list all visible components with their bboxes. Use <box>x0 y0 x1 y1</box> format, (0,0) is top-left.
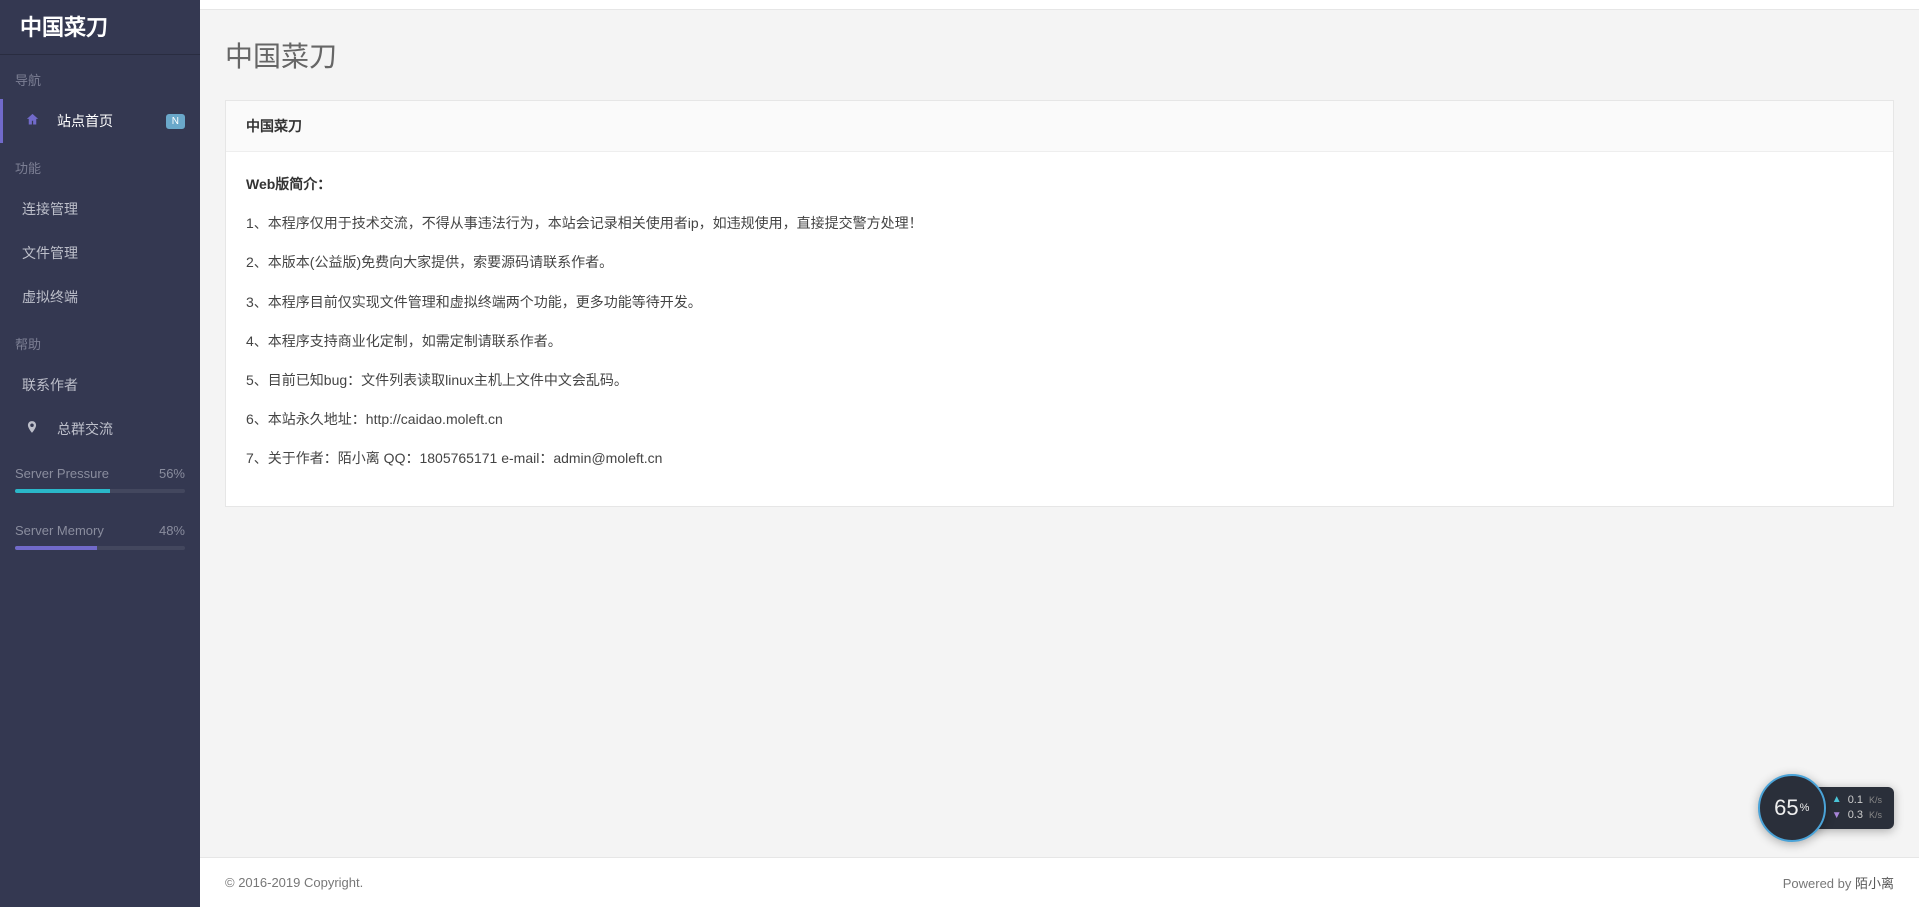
content-paragraph: 4、本程序支持商业化定制，如需定制请联系作者。 <box>246 329 1873 354</box>
sidebar-item-terminal[interactable]: 虚拟终端 <box>0 275 200 319</box>
sidebar-item-label: 总群交流 <box>57 419 185 439</box>
metric-value: 48% <box>159 523 185 538</box>
content-paragraph: 6、本站永久地址：http://caidao.moleft.cn <box>246 407 1873 432</box>
nav-group-title: 功能 <box>0 143 200 187</box>
sidebar-item-contact[interactable]: 联系作者 <box>0 363 200 407</box>
footer: © 2016-2019 Copyright. Powered by 陌小离 <box>200 857 1919 907</box>
server-metrics: Server Pressure 56% Server Memory 48% <box>0 451 200 565</box>
main-content: 中国菜刀 中国菜刀 Web版简介： 1、本程序仅用于技术交流，不得从事违法行为，… <box>200 0 1919 857</box>
footer-powered: Powered by 陌小离 <box>1783 873 1894 892</box>
content-paragraph: 3、本程序目前仅实现文件管理和虚拟终端两个功能，更多功能等待开发。 <box>246 290 1873 315</box>
sidebar: 中国菜刀 导航 站点首页 N 功能 连接管理 文件管理 虚拟终端 帮助 联系作者 <box>0 0 200 907</box>
top-bar <box>200 0 1919 10</box>
arrow-down-icon: ▼ <box>1832 809 1842 823</box>
metric-bar <box>15 546 185 550</box>
performance-widget[interactable]: 65% ▲ 0.1K/s ▼ 0.3K/s <box>1758 774 1894 842</box>
content-paragraph: 7、关于作者：陌小离 QQ：1805765171 e-mail：admin@mo… <box>246 446 1873 471</box>
home-icon <box>22 112 42 131</box>
sidebar-item-label: 文件管理 <box>22 243 185 263</box>
sidebar-item-group-chat[interactable]: 总群交流 <box>0 407 200 451</box>
metric-fill <box>15 546 97 550</box>
sidebar-item-label: 连接管理 <box>22 199 185 219</box>
metric-label: Server Memory <box>15 523 104 538</box>
info-card: 中国菜刀 Web版简介： 1、本程序仅用于技术交流，不得从事违法行为，本站会记录… <box>225 100 1894 507</box>
arrow-up-icon: ▲ <box>1832 793 1842 807</box>
sidebar-item-label: 联系作者 <box>22 375 185 395</box>
metric-bar <box>15 489 185 493</box>
nav-group-title: 帮助 <box>0 319 200 363</box>
metric-label: Server Pressure <box>15 466 109 481</box>
nav-group-help: 帮助 联系作者 总群交流 <box>0 319 200 451</box>
sidebar-item-label: 站点首页 <box>57 111 166 131</box>
metric-pressure: Server Pressure 56% <box>0 451 200 508</box>
nav-group-nav: 导航 站点首页 N <box>0 55 200 143</box>
download-speed: ▼ 0.3K/s <box>1832 808 1882 823</box>
pin-icon <box>22 420 42 438</box>
gauge-unit: % <box>1800 802 1810 814</box>
content-paragraph: 5、目前已知bug：文件列表读取linux主机上文件中文会乱码。 <box>246 368 1873 393</box>
sidebar-item-home[interactable]: 站点首页 N <box>0 99 200 143</box>
app-logo: 中国菜刀 <box>0 0 200 55</box>
upload-speed: ▲ 0.1K/s <box>1832 793 1882 808</box>
new-badge: N <box>166 114 185 129</box>
sidebar-item-connection[interactable]: 连接管理 <box>0 187 200 231</box>
nav-group-title: 导航 <box>0 55 200 99</box>
sidebar-item-label: 虚拟终端 <box>22 287 185 307</box>
cpu-gauge: 65% <box>1758 774 1826 842</box>
nav-group-features: 功能 连接管理 文件管理 虚拟终端 <box>0 143 200 319</box>
card-body: Web版简介： 1、本程序仅用于技术交流，不得从事违法行为，本站会记录相关使用者… <box>226 152 1893 506</box>
footer-author-link[interactable]: 陌小离 <box>1855 876 1894 891</box>
card-header: 中国菜刀 <box>226 101 1893 152</box>
footer-copyright: © 2016-2019 Copyright. <box>225 875 363 890</box>
gauge-value: 65 <box>1774 795 1798 821</box>
metric-memory: Server Memory 48% <box>0 508 200 565</box>
content-paragraph: 2、本版本(公益版)免费向大家提供，索要源码请联系作者。 <box>246 250 1873 275</box>
intro-heading: Web版简介： <box>246 176 331 192</box>
content-paragraph: 1、本程序仅用于技术交流，不得从事违法行为，本站会记录相关使用者ip，如违规使用… <box>246 211 1873 236</box>
metric-fill <box>15 489 110 493</box>
page-title: 中国菜刀 <box>225 35 1894 75</box>
sidebar-item-filemanager[interactable]: 文件管理 <box>0 231 200 275</box>
metric-value: 56% <box>159 466 185 481</box>
